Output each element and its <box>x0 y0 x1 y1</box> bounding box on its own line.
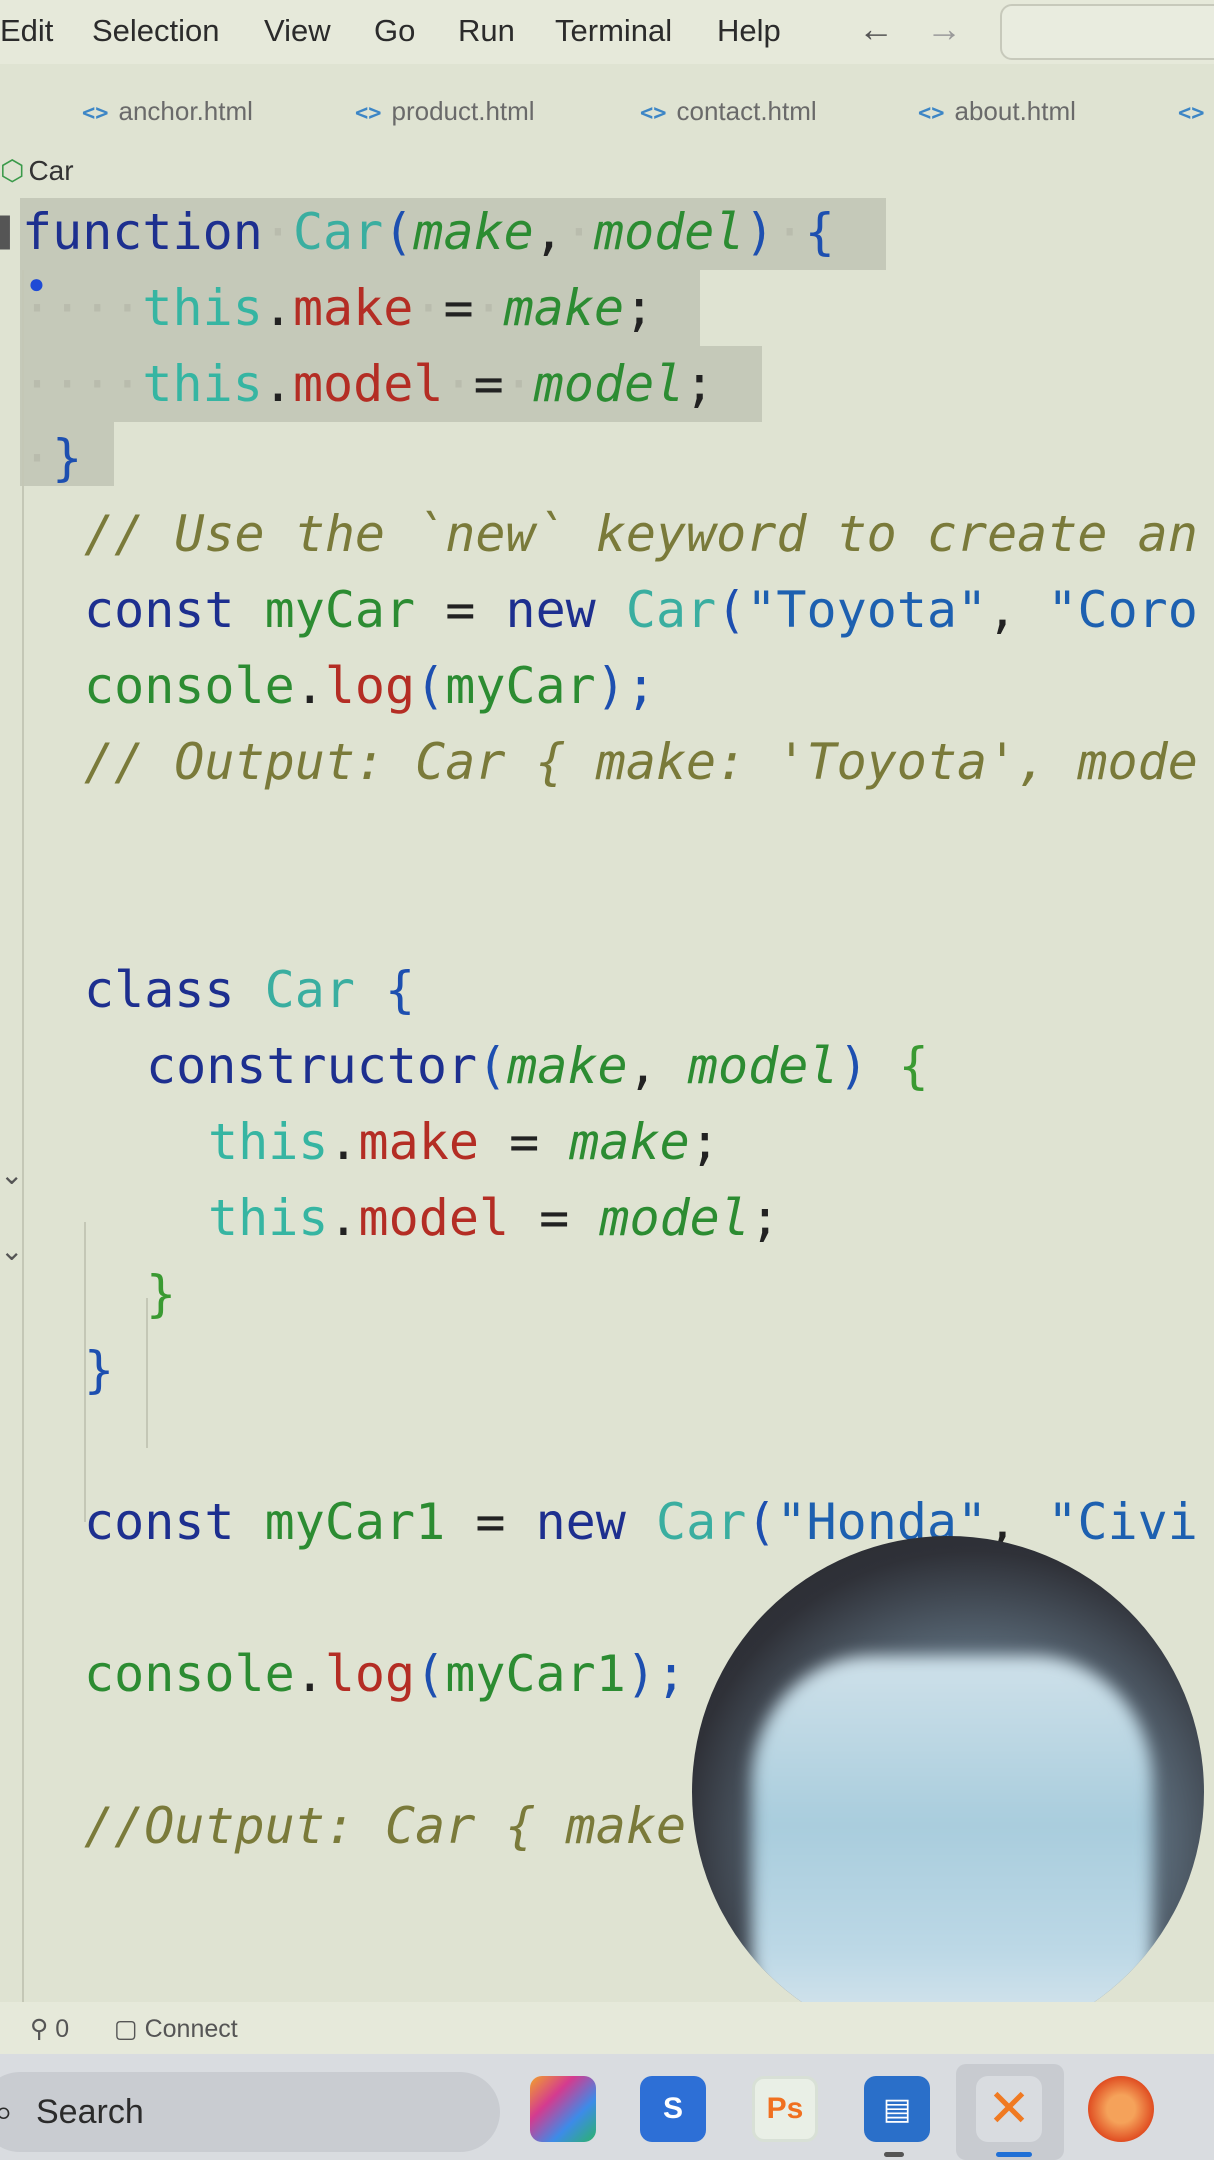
menu-run[interactable]: Run <box>458 13 515 49</box>
menu-terminal[interactable]: Terminal <box>555 13 672 49</box>
code-line-6: const myCar = new Car("Toyota", "Coro <box>84 581 1198 639</box>
tab-label: contact.html <box>676 96 817 126</box>
copilot-icon[interactable] <box>530 2076 596 2142</box>
edge-icon[interactable] <box>1088 2076 1154 2142</box>
sublime-text-icon[interactable]: S <box>640 2076 706 2142</box>
vscode-icon[interactable]: ✕ <box>976 2076 1042 2142</box>
tab-contact[interactable]: <> contact.html <box>640 96 817 127</box>
tab-anchor[interactable]: <> anchor.html <box>82 96 253 127</box>
html-file-icon: <> <box>82 101 109 126</box>
code-line-14: } <box>84 1341 115 1399</box>
tab-label: anchor.html <box>118 96 253 126</box>
file-explorer-icon[interactable]: ▤ <box>864 2076 930 2142</box>
code-line-3: ····this.model·=·model; <box>22 355 715 413</box>
breadcrumb[interactable]: ⬡ Car <box>0 154 74 187</box>
status-bar: ⚲ 0 ▢ Connect <box>0 2002 1214 2054</box>
menu-help[interactable]: Help <box>717 13 781 49</box>
code-line-11: this.make = make; <box>208 1113 720 1171</box>
menu-view[interactable]: View <box>264 13 331 49</box>
code-line-7: console.log(myCar); <box>84 657 656 715</box>
webcam-overlay <box>692 1536 1204 2048</box>
code-line-17: //Output: Car { make <box>84 1797 687 1855</box>
editor-tabs: <> anchor.html <> product.html <> contact.h… <box>0 86 1214 146</box>
menu-edit[interactable]: Edit <box>0 13 53 49</box>
fold-chevron-icon[interactable]: ⌄ <box>0 1234 23 1267</box>
search-icon: ⌕ <box>0 2093 14 2131</box>
code-line-10: constructor(make, model) { <box>146 1037 929 1095</box>
code-line-2: ····this.make·=·make; <box>22 279 655 337</box>
active-indicator <box>996 2152 1032 2157</box>
menu-bar: Edit Selection View Go Run Terminal Help… <box>0 0 1214 64</box>
html-file-icon: <> <box>918 101 945 126</box>
tab-about[interactable]: <> about.html <box>918 96 1076 127</box>
windows-taskbar: ⌕ Search S Ps ▤ ✕ <box>0 2054 1214 2160</box>
tab-product[interactable]: <> product.html <box>355 96 535 127</box>
breadcrumb-label: Car <box>28 155 74 186</box>
code-line-15: const myCar1 = new Car("Honda", "Civi <box>84 1493 1198 1551</box>
code-line-9: class Car { <box>84 961 416 1019</box>
tab-more[interactable]: <> <box>1178 96 1214 127</box>
code-line-8: // Output: Car { make: 'Toyota', mode <box>84 733 1198 791</box>
ports-icon: ⚲ <box>30 2015 56 2043</box>
symbol-class-icon: ⬡ <box>0 155 25 186</box>
fold-chevron-icon[interactable]: ⌄ <box>0 1158 23 1191</box>
running-indicator <box>884 2152 904 2157</box>
menu-selection[interactable]: Selection <box>92 13 220 49</box>
menu-go[interactable]: Go <box>374 13 415 49</box>
code-line-16: console.log(myCar1); <box>84 1645 687 1703</box>
code-line-5: // Use the `new` keyword to create an <box>84 505 1198 563</box>
command-center-search[interactable] <box>1000 4 1214 60</box>
vscode-window: Edit Selection View Go Run Terminal Help… <box>0 0 1214 2160</box>
connect-status[interactable]: ▢ Connect <box>114 2014 238 2044</box>
html-file-icon: <> <box>640 101 667 126</box>
photoshop-icon[interactable]: Ps <box>752 2076 818 2142</box>
html-file-icon: <> <box>355 101 382 126</box>
mouse-cursor-icon: ▌ <box>0 216 20 247</box>
code-line-12: this.model = model; <box>208 1189 780 1247</box>
code-line-13: } <box>146 1265 177 1323</box>
forward-arrow-icon[interactable]: → <box>926 8 962 50</box>
tab-label: product.html <box>391 96 535 126</box>
code-line-4: ·} <box>22 429 83 487</box>
back-arrow-icon[interactable]: ← <box>858 8 894 50</box>
tab-label: about.html <box>954 96 1076 126</box>
html-file-icon: <> <box>1178 101 1205 126</box>
taskbar-search[interactable]: ⌕ Search <box>0 2072 500 2152</box>
plug-icon: ▢ <box>114 2015 145 2043</box>
ports-status[interactable]: ⚲ 0 <box>30 2014 69 2044</box>
blurred-presenter <box>752 1656 1152 2048</box>
code-line-1: function·Car(make,·model)·{ <box>22 203 835 261</box>
